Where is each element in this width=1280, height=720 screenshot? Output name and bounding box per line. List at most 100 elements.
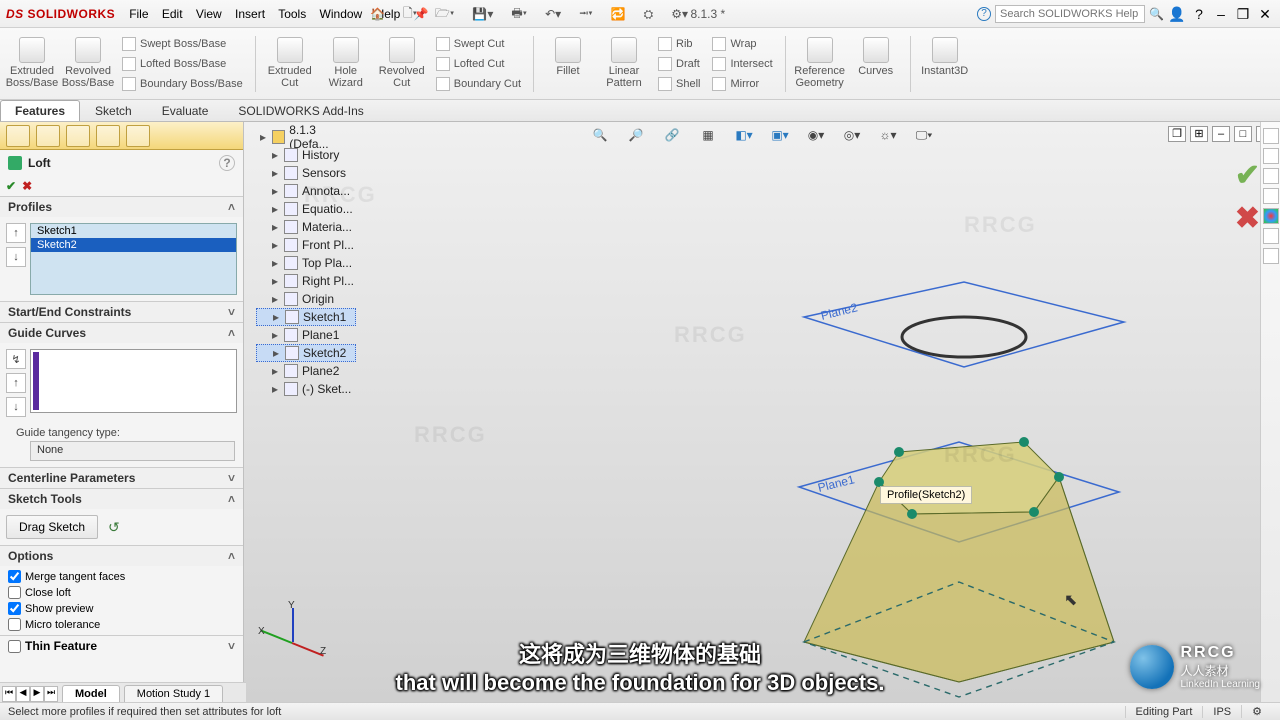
pm-tab-dim-icon[interactable] <box>96 125 120 147</box>
section-profiles-header[interactable]: Profiles˄ <box>0 197 243 217</box>
intersect-button[interactable]: Intersect <box>708 55 776 73</box>
qat-open-icon[interactable]: 🗋▾ <box>403 4 417 25</box>
tree-item-8[interactable]: ▸Origin <box>256 290 356 308</box>
tree-item-3[interactable]: ▸Equatio... <box>256 200 356 218</box>
tab-features[interactable]: Features <box>0 100 80 121</box>
taskpane-appearances-icon[interactable] <box>1263 208 1279 224</box>
pm-tab-appearance-icon[interactable] <box>126 125 150 147</box>
tree-item-9[interactable]: ▸Sketch1 <box>256 308 356 326</box>
mdi-new-window-button[interactable]: ❐ <box>1168 126 1186 142</box>
shell-button[interactable]: Shell <box>654 75 704 93</box>
minimize-button[interactable]: – <box>1212 5 1230 23</box>
menu-tools[interactable]: Tools <box>278 7 306 21</box>
taskpane-resources-icon[interactable] <box>1263 128 1279 144</box>
mdi-maximize-button[interactable]: □ <box>1234 126 1252 142</box>
hole-wizard-button[interactable]: Hole Wizard <box>320 33 372 95</box>
wrap-button[interactable]: Wrap <box>708 35 776 53</box>
qat-new-icon[interactable]: 🏠 <box>370 7 385 21</box>
thin-feature-row[interactable]: Thin Feature˅ <box>0 636 243 656</box>
sketch-undo-icon[interactable]: ↺ <box>108 519 120 536</box>
option-row-0[interactable]: Merge tangent faces <box>8 570 235 583</box>
pm-tab-config-icon[interactable] <box>66 125 90 147</box>
fillet-button[interactable]: Fillet <box>542 33 594 95</box>
menu-edit[interactable]: Edit <box>162 7 183 21</box>
qat-save-icon[interactable]: 🗁▾ <box>435 4 454 25</box>
taskpane-custom-props-icon[interactable] <box>1263 228 1279 244</box>
menu-window[interactable]: Window <box>320 7 363 21</box>
pm-help-icon[interactable]: ? <box>219 155 235 171</box>
status-gear-icon[interactable]: ⚙ <box>1241 705 1272 718</box>
section-guides-header[interactable]: Guide Curves˄ <box>0 323 243 343</box>
pm-tab-feature-icon[interactable] <box>6 125 30 147</box>
option-row-3[interactable]: Micro tolerance <box>8 618 235 631</box>
tab-addins[interactable]: SOLIDWORKS Add-Ins <box>223 100 378 121</box>
mdi-minimize-button[interactable]: – <box>1212 126 1230 142</box>
draft-button[interactable]: Draft <box>654 55 704 73</box>
option-checkbox-2[interactable] <box>8 602 21 615</box>
menu-view[interactable]: View <box>196 7 222 21</box>
close-button[interactable]: ✕ <box>1256 5 1274 23</box>
profile-item-0[interactable]: Sketch1 <box>31 224 236 238</box>
user-icon[interactable]: 👤 <box>1168 5 1186 23</box>
bottom-tab-motion[interactable]: Motion Study 1 <box>124 685 223 702</box>
guide-type-icon[interactable]: ↯ <box>6 349 26 369</box>
guide-tangency-dropdown[interactable]: None <box>30 441 235 461</box>
pm-ok-button[interactable]: ✔ <box>6 179 16 193</box>
tab-sketch[interactable]: Sketch <box>80 100 147 121</box>
tree-item-7[interactable]: ▸Right Pl... <box>256 272 356 290</box>
reference-geometry-button[interactable]: Reference Geometry <box>794 33 846 95</box>
qat-saveas-icon[interactable]: 💾▾ <box>472 7 493 21</box>
qat-print-icon[interactable]: 🖶▾ <box>511 4 527 25</box>
flyout-feature-tree[interactable]: ▸8.1.3 (Defa... ▸History▸Sensors▸Annota.… <box>256 128 356 398</box>
tab-nav-last-icon[interactable]: ⏭ <box>44 686 58 702</box>
guide-move-up-button[interactable]: ↑ <box>6 373 26 393</box>
tab-nav-next-icon[interactable]: ▶ <box>30 686 44 702</box>
tree-item-2[interactable]: ▸Annota... <box>256 182 356 200</box>
tree-item-10[interactable]: ▸Plane1 <box>256 326 356 344</box>
option-checkbox-3[interactable] <box>8 618 21 631</box>
bottom-tab-model[interactable]: Model <box>62 685 120 702</box>
section-centerline-header[interactable]: Centerline Parameters˅ <box>0 468 243 488</box>
restore-button[interactable]: ❐ <box>1234 5 1252 23</box>
tree-item-11[interactable]: ▸Sketch2 <box>256 344 356 362</box>
profile-item-1[interactable]: Sketch2 <box>31 238 236 252</box>
qat-select-icon[interactable]: ⭲▾ <box>579 4 593 25</box>
thin-feature-checkbox[interactable] <box>8 640 21 653</box>
swept-cut-button[interactable]: Swept Cut <box>432 35 525 53</box>
taskpane-library-icon[interactable] <box>1263 148 1279 164</box>
tree-item-12[interactable]: ▸Plane2 <box>256 362 356 380</box>
qat-rebuild-icon[interactable]: 🔁 <box>611 7 626 21</box>
tree-item-6[interactable]: ▸Top Pla... <box>256 254 356 272</box>
option-row-2[interactable]: Show preview <box>8 602 235 615</box>
revolved-cut-button[interactable]: Revolved Cut <box>376 33 428 95</box>
qat-settings-icon[interactable]: ⚙▾ <box>671 7 688 21</box>
tree-item-1[interactable]: ▸Sensors <box>256 164 356 182</box>
lofted-cut-button[interactable]: Lofted Cut <box>432 55 525 73</box>
tab-nav-prev-icon[interactable]: ◀ <box>16 686 30 702</box>
instant3d-button[interactable]: Instant3D <box>919 33 971 95</box>
extruded-cut-button[interactable]: Extruded Cut <box>264 33 316 95</box>
search-input[interactable] <box>995 5 1145 23</box>
tree-item-4[interactable]: ▸Materia... <box>256 218 356 236</box>
graphics-viewport[interactable]: 🔍 🔎 🔗 ▦ ◧▾ ▣▾ ◉▾ ◎▾ ☼▾ 🖵▾ ❐ ⊞ – □ ✕ ✔ ✖ … <box>244 122 1280 702</box>
section-constraints-header[interactable]: Start/End Constraints˅ <box>0 302 243 322</box>
qat-options-icon[interactable]: ⛭ <box>644 7 654 22</box>
lofted-boss-button[interactable]: Lofted Boss/Base <box>118 55 247 73</box>
linear-pattern-button[interactable]: Linear Pattern <box>598 33 650 95</box>
drag-sketch-button[interactable]: Drag Sketch <box>6 515 98 539</box>
menu-file[interactable]: File <box>129 7 148 21</box>
search-icon[interactable]: 🔍 <box>1149 7 1164 21</box>
pm-tab-property-icon[interactable] <box>36 125 60 147</box>
rib-button[interactable]: Rib <box>654 35 704 53</box>
tree-item-13[interactable]: ▸(-) Sket... <box>256 380 356 398</box>
boundary-cut-button[interactable]: Boundary Cut <box>432 75 525 93</box>
curves-button[interactable]: Curves <box>850 33 902 95</box>
tab-evaluate[interactable]: Evaluate <box>147 100 224 121</box>
section-sketchtools-header[interactable]: Sketch Tools˄ <box>0 489 243 509</box>
mirror-button[interactable]: Mirror <box>708 75 776 93</box>
mdi-tile-button[interactable]: ⊞ <box>1190 126 1208 142</box>
pm-cancel-button[interactable]: ✖ <box>22 179 32 193</box>
option-checkbox-1[interactable] <box>8 586 21 599</box>
tree-root[interactable]: ▸8.1.3 (Defa... <box>256 128 356 146</box>
profiles-listbox[interactable]: Sketch1 Sketch2 <box>30 223 237 295</box>
